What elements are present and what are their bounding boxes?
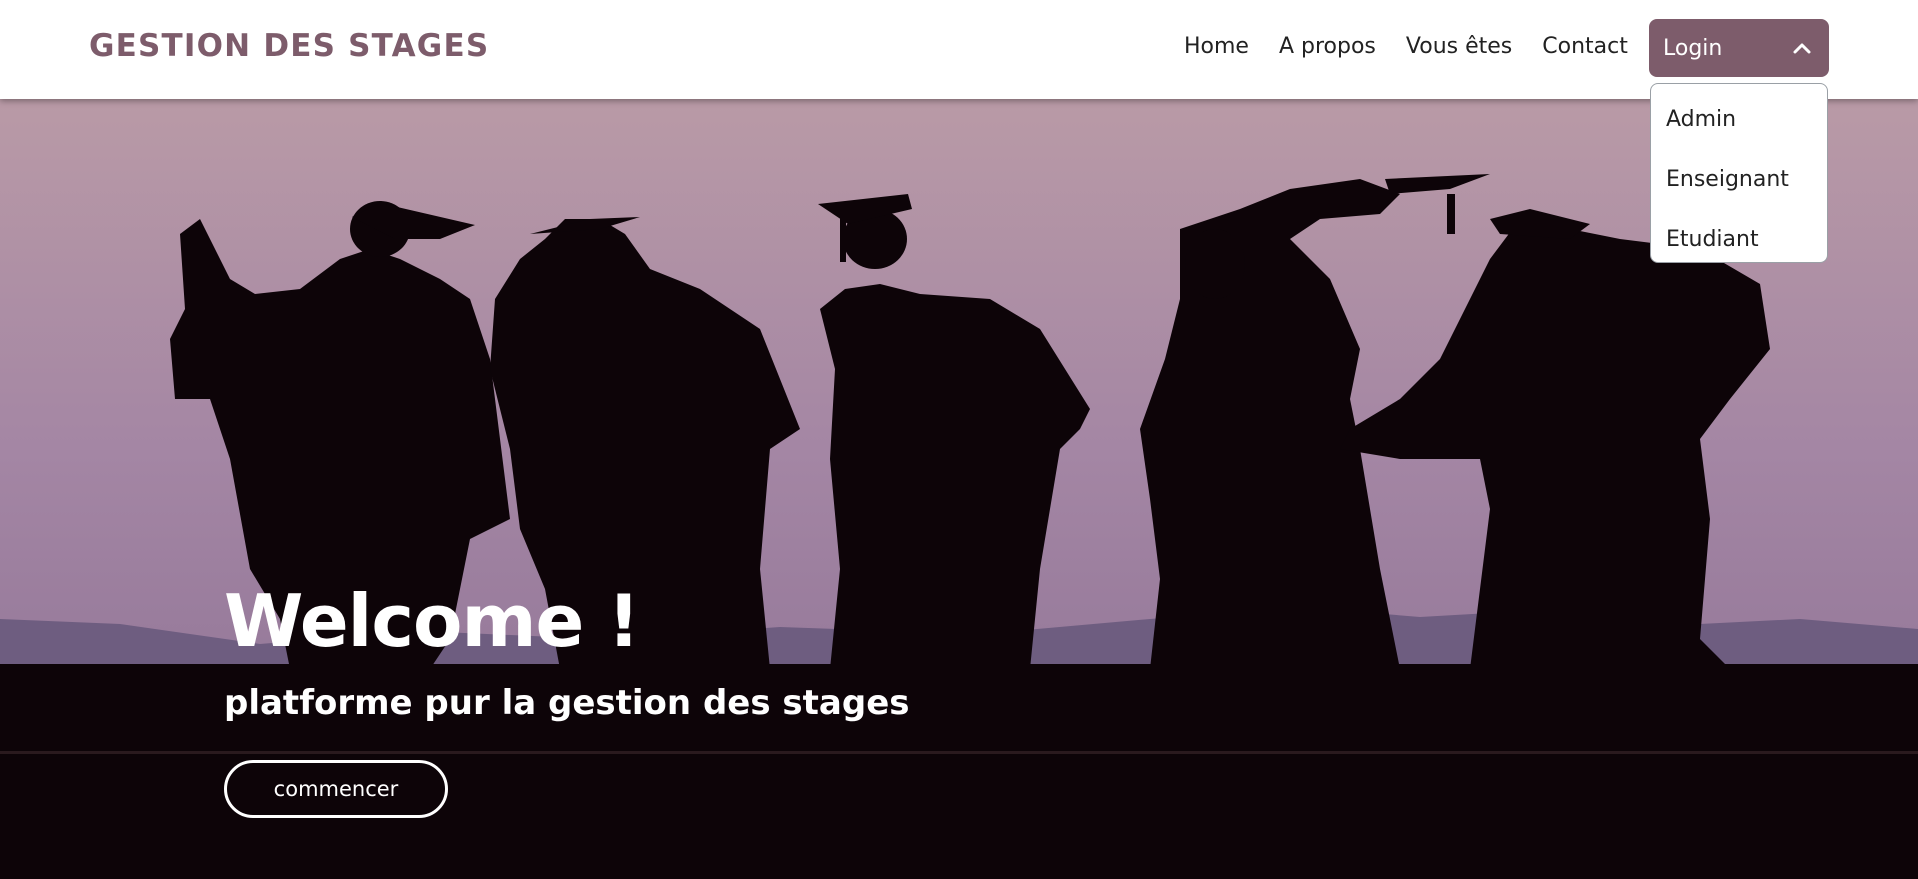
nav-contact[interactable]: Contact [1542, 34, 1628, 59]
commencer-button[interactable]: commencer [224, 760, 448, 818]
dropdown-item-etudiant[interactable]: Etudiant [1651, 210, 1827, 270]
login-dropdown-menu: Admin Enseignant Etudiant [1650, 83, 1828, 263]
chevron-up-icon [1793, 43, 1811, 54]
nav-links: Home A propos Vous êtes Contact [1184, 34, 1658, 59]
hero-title: Welcome ! [224, 579, 640, 663]
login-label: Login [1663, 35, 1723, 61]
login-button[interactable]: Login [1649, 19, 1829, 77]
nav-home[interactable]: Home [1184, 34, 1249, 59]
navbar: GESTION DES STAGES Home A propos Vous êt… [0, 0, 1918, 99]
dropdown-item-admin[interactable]: Admin [1651, 90, 1827, 150]
brand-logo[interactable]: GESTION DES STAGES [89, 28, 489, 64]
hero-section: Welcome ! platforme pur la gestion des s… [0, 99, 1918, 879]
nav-vous-etes[interactable]: Vous êtes [1406, 34, 1512, 59]
hero-subtitle: platforme pur la gestion des stages [224, 683, 910, 723]
dropdown-item-enseignant[interactable]: Enseignant [1651, 150, 1827, 210]
nav-about[interactable]: A propos [1279, 34, 1376, 59]
